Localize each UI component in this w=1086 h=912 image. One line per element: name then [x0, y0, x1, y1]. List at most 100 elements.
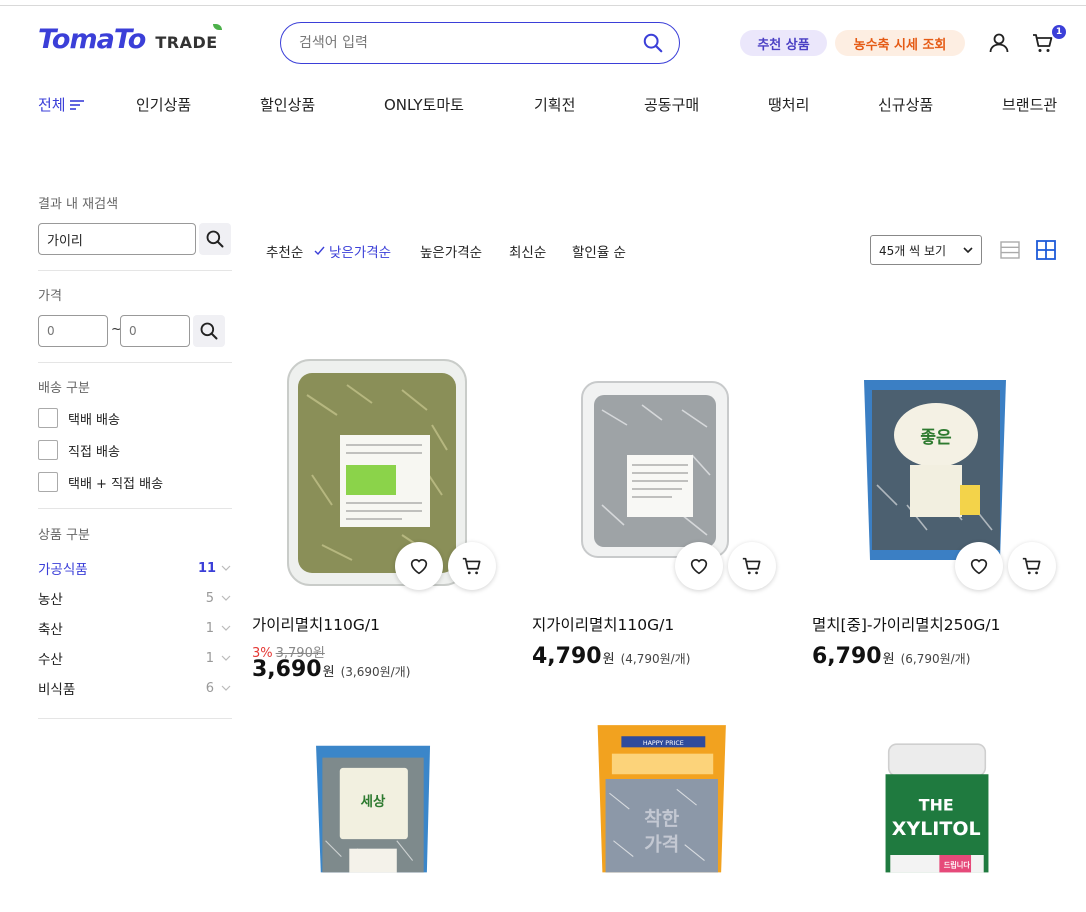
search-icon — [200, 322, 218, 340]
sort-recommended[interactable]: 추천순 — [266, 241, 303, 261]
grid-view-icon[interactable] — [1036, 240, 1056, 260]
nav-brand[interactable]: 브랜드관 — [1002, 94, 1057, 115]
unit-price: (4,790원/개) — [620, 652, 691, 666]
happy-price-text: HAPPY PRICE — [643, 740, 684, 747]
logo[interactable]: TomaTo TRADE — [38, 24, 222, 60]
xylitol-sub-text: 드립니다 — [944, 861, 971, 870]
delivery-option-parcel[interactable]: 택배 배송 — [38, 408, 120, 428]
sort-newest[interactable]: 최신순 — [509, 241, 546, 261]
product-name[interactable]: 지가이리멸치110G/1 — [532, 613, 674, 635]
category-livestock[interactable]: 축산 1 — [38, 618, 232, 638]
nav-all-label: 전체 — [38, 96, 66, 114]
chevron-down-icon — [221, 595, 231, 601]
sort-high-price[interactable]: 높은가격순 — [420, 241, 482, 261]
category-seafood[interactable]: 수산 1 — [38, 648, 232, 668]
delivery-title: 배송 구분 — [38, 381, 90, 396]
category-processed-food[interactable]: 가공식품 11 — [38, 558, 232, 578]
search-icon[interactable] — [641, 31, 665, 55]
nav-clearance[interactable]: 땡처리 — [768, 94, 809, 115]
user-icon[interactable] — [987, 31, 1011, 55]
heart-icon — [690, 559, 708, 575]
research-title: 결과 내 재검색 — [38, 197, 119, 212]
price-line: 4,790 원 (4,790원/개) — [532, 644, 690, 669]
add-to-cart-button[interactable] — [1008, 542, 1056, 590]
wishlist-button[interactable] — [395, 542, 443, 590]
nav-new[interactable]: 신규상품 — [878, 94, 933, 115]
cheap-price-text: 착한 — [644, 808, 679, 830]
cart-icon[interactable] — [1031, 31, 1055, 55]
market-price-button[interactable]: 농수축 시세 조회 — [835, 30, 965, 56]
top-border — [0, 5, 1086, 6]
category-count: 5 — [205, 590, 214, 606]
category-agriculture[interactable]: 농산 5 — [38, 588, 232, 608]
nav-popular[interactable]: 인기상품 — [136, 94, 191, 115]
cart-icon — [742, 557, 761, 575]
price-min-input[interactable] — [38, 315, 108, 347]
main-nav: 전체 인기상품 할인상품 ONLY토마토 기획전 공동구매 땡처리 신규상품 브… — [0, 94, 1086, 116]
menu-icon — [69, 99, 84, 110]
unit-price: (3,690원/개) — [340, 665, 411, 679]
product-image[interactable]: 세상 — [252, 722, 502, 912]
add-to-cart-button[interactable] — [728, 542, 776, 590]
unit-price: (6,790원/개) — [900, 652, 971, 666]
category-name: 비식품 — [38, 682, 76, 698]
sort-low-price[interactable]: 낮은가격순 — [314, 241, 391, 261]
category-name: 농산 — [38, 592, 63, 608]
checkbox-label: 택배 배송 — [68, 412, 120, 428]
nav-discount[interactable]: 할인상품 — [260, 94, 315, 115]
list-view-icon[interactable] — [1000, 240, 1020, 260]
bag-brand-text: 세상 — [361, 794, 386, 810]
nav-exhibition[interactable]: 기획전 — [534, 94, 575, 115]
category-non-food[interactable]: 비식품 6 — [38, 678, 232, 698]
category-name: 축산 — [38, 622, 63, 638]
cheap-price-text-2: 가격 — [644, 833, 679, 855]
chevron-down-icon — [221, 625, 231, 631]
delivery-option-both[interactable]: 택배 + 직접 배송 — [38, 472, 163, 492]
category-count: 1 — [205, 620, 214, 636]
category-count: 1 — [205, 650, 214, 666]
per-page-select[interactable]: 45개 씩 보기 — [870, 235, 982, 265]
price-line: 3,690 원 (3,690원/개) — [252, 657, 410, 682]
add-to-cart-button[interactable] — [448, 542, 496, 590]
product-image[interactable]: THE XYLITOL 드립니다 — [812, 722, 1062, 912]
logo-trade: TRADE — [155, 33, 218, 52]
category-name: 수산 — [38, 652, 63, 668]
category-title: 상품 구분 — [38, 528, 90, 543]
wishlist-button[interactable] — [955, 542, 1003, 590]
sort-discount-rate[interactable]: 할인율 순 — [572, 241, 626, 261]
checkbox[interactable] — [38, 472, 58, 492]
product-image[interactable]: HAPPY PRICE 착한 가격 — [532, 722, 782, 912]
divider — [38, 362, 232, 363]
nav-all[interactable]: 전체 — [38, 94, 84, 115]
checkbox[interactable] — [38, 440, 58, 460]
heart-icon — [410, 559, 428, 575]
nav-only-tomato[interactable]: ONLY토마토 — [384, 94, 464, 115]
research-search-button[interactable] — [199, 223, 231, 255]
research-input[interactable] — [38, 223, 196, 255]
price-currency: 원 — [602, 652, 615, 667]
recommend-products-button[interactable]: 추천 상품 — [740, 30, 827, 56]
cart-count-badge: 1 — [1052, 25, 1066, 39]
price-search-button[interactable] — [193, 315, 225, 347]
product-name[interactable]: 가이리멸치110G/1 — [252, 613, 380, 635]
delivery-option-direct[interactable]: 직접 배송 — [38, 440, 120, 460]
price-value: 4,790 — [532, 644, 602, 669]
check-icon — [314, 246, 325, 256]
nav-group-buy[interactable]: 공동구매 — [644, 94, 699, 115]
divider — [38, 508, 232, 509]
category-count: 6 — [205, 680, 214, 696]
logo-leaf-icon — [212, 24, 222, 30]
wishlist-button[interactable] — [675, 542, 723, 590]
checkbox-label: 직접 배송 — [68, 444, 120, 460]
price-currency: 원 — [322, 665, 335, 680]
checkbox-label: 택배 + 직접 배송 — [68, 476, 164, 492]
checkbox[interactable] — [38, 408, 58, 428]
price-title: 가격 — [38, 289, 62, 304]
sort-low-price-label: 낮은가격순 — [329, 245, 392, 261]
xylitol-the-text: THE — [919, 796, 954, 815]
cart-icon — [1022, 557, 1041, 575]
search-input[interactable] — [299, 35, 641, 51]
price-max-input[interactable] — [120, 315, 190, 347]
per-page-value: 45개 씩 보기 — [879, 243, 947, 258]
product-name[interactable]: 멸치[중]-가이리멸치250G/1 — [812, 613, 1000, 635]
